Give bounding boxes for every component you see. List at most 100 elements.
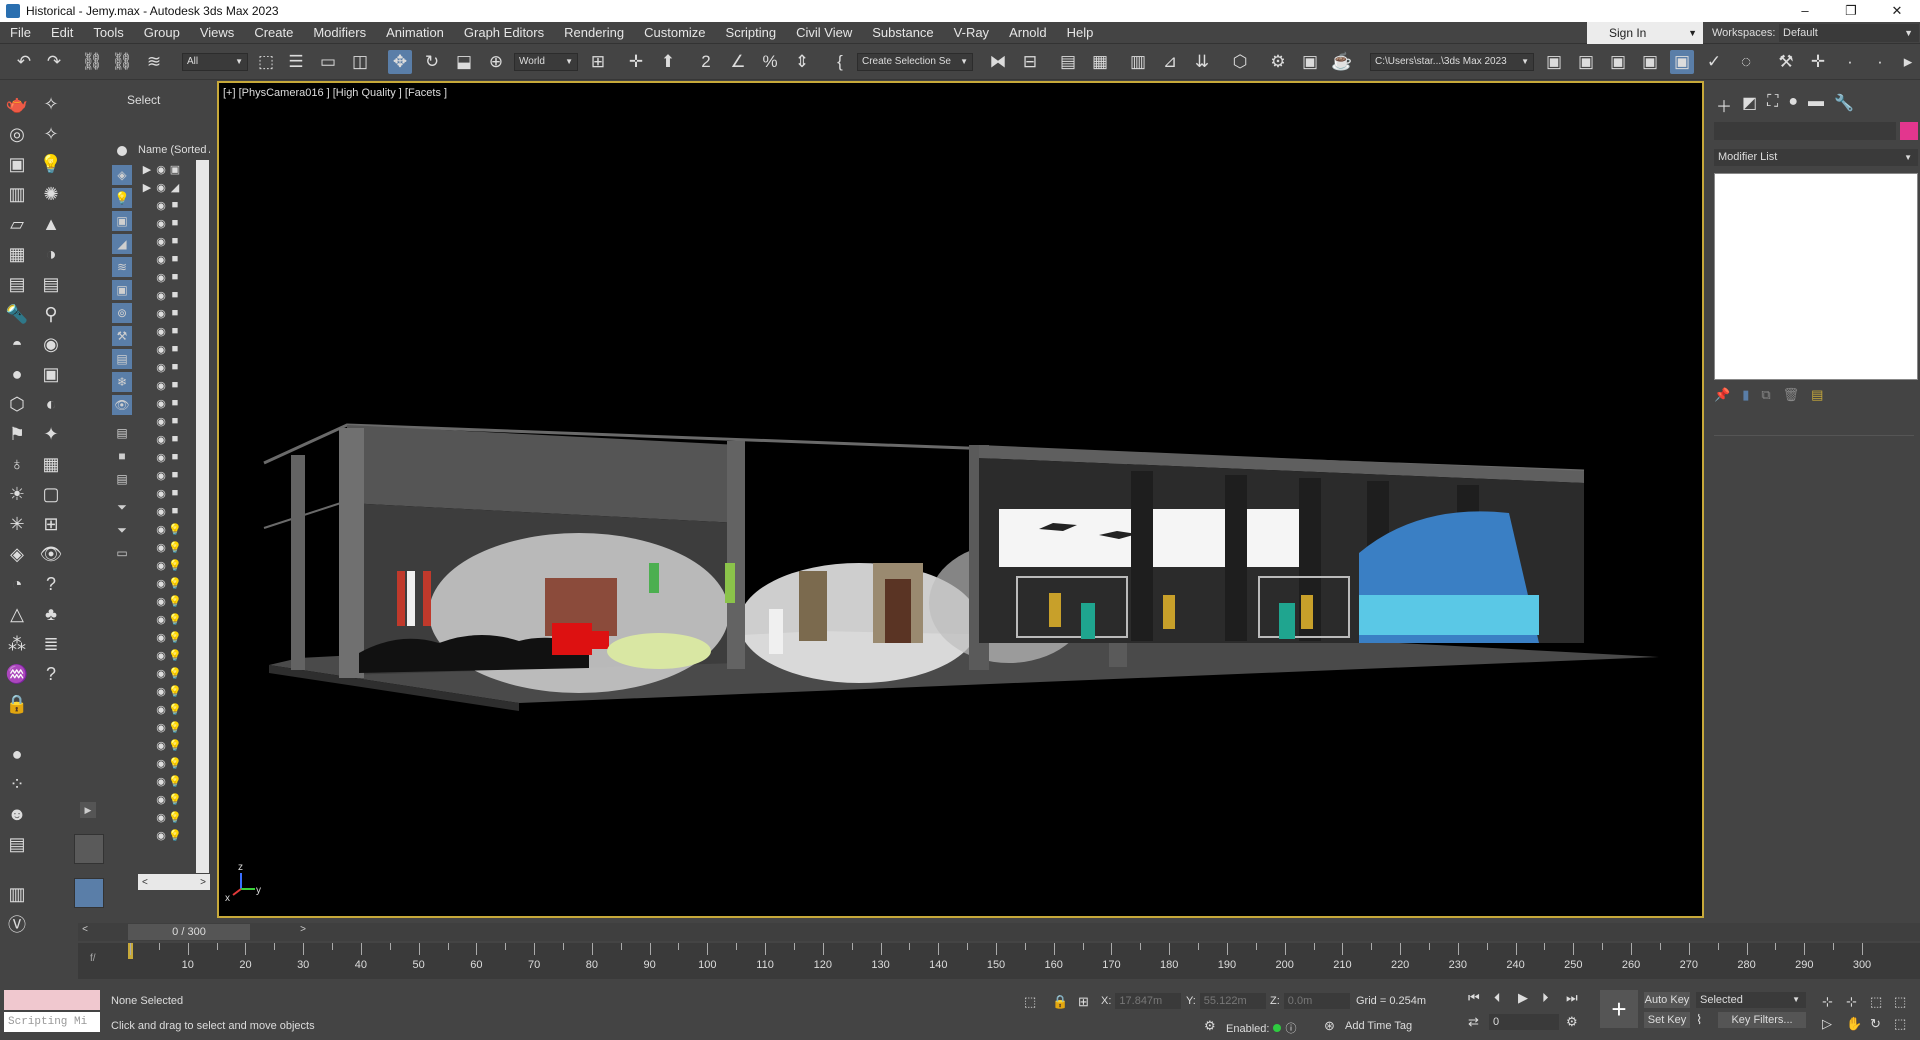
display-cameras-icon[interactable]: ▣ — [112, 211, 132, 231]
visibility-icon[interactable]: ◉ — [154, 181, 168, 194]
visibility-icon[interactable]: ◉ — [154, 397, 168, 410]
explorer-row[interactable]: ◉ ■ — [140, 340, 194, 358]
close-button[interactable]: ✕ — [1874, 0, 1920, 22]
visibility-icon[interactable]: ◉ — [154, 415, 168, 428]
explorer-row[interactable]: ▶ ◉ ◢ — [140, 178, 194, 196]
explorer-row[interactable]: ◉ 💡 — [140, 592, 194, 610]
explorer-row[interactable]: ◉ ■ — [140, 232, 194, 250]
explorer-row[interactable]: ◉ ■ — [140, 214, 194, 232]
visibility-icon[interactable]: ◉ — [154, 613, 168, 626]
proxy-icon[interactable]: ▤ — [4, 271, 30, 297]
list-icon[interactable]: ▤ — [38, 271, 64, 297]
skull-icon[interactable]: ☻ — [4, 801, 30, 827]
explorer-row[interactable]: ◉ 💡 — [140, 736, 194, 754]
cube-icon[interactable]: ◈ — [4, 541, 30, 567]
torus-icon[interactable]: ◎ — [4, 121, 30, 147]
visibility-icon[interactable]: ◉ — [154, 253, 168, 266]
menu-arnold[interactable]: Arnold — [999, 22, 1057, 44]
expand-icon[interactable]: ▶ — [140, 163, 154, 176]
visibility-icon[interactable]: ◉ — [154, 343, 168, 356]
object-name-field[interactable] — [1714, 122, 1896, 140]
visibility-icon[interactable]: ◉ — [154, 793, 168, 806]
time-prev-button[interactable]: < — [78, 924, 92, 940]
spinner-snap-icon[interactable]: ⇕ — [790, 50, 814, 74]
explorer-row[interactable]: ▶ ◉ ▣ — [140, 160, 194, 178]
play-icon[interactable]: ▶ — [1518, 990, 1528, 1006]
arnold-icon[interactable]: ⚒ — [1774, 50, 1798, 74]
info-icon[interactable]: ⓘ — [1285, 1023, 1296, 1035]
toggle-ribbon-icon[interactable]: ▥ — [1126, 50, 1150, 74]
geo-sphere-icon[interactable]: ⬡ — [4, 391, 30, 417]
find-icon[interactable]: ⏷ — [112, 497, 132, 517]
display-helpers-icon[interactable]: ◢ — [112, 234, 132, 254]
selection-filter-dropdown[interactable]: All ▼ — [182, 53, 248, 71]
enabled-indicator-icon[interactable] — [1273, 1024, 1282, 1032]
minimize-button[interactable]: – — [1782, 0, 1828, 22]
lock-icon[interactable]: 🔒 — [4, 691, 30, 717]
frame-icon[interactable]: ▣ — [38, 361, 64, 387]
visibility-icon[interactable]: ◉ — [154, 577, 168, 590]
remove-modifier-icon[interactable]: 🗑 — [1783, 387, 1800, 403]
explorer-row[interactable]: ◉ 💡 — [140, 610, 194, 628]
explorer-row[interactable]: ◉ ■ — [140, 484, 194, 502]
visibility-icon[interactable]: ◉ — [154, 433, 168, 446]
utilities-tab-icon[interactable]: 🔧 — [1834, 93, 1854, 117]
explorer-row[interactable]: ◉ 💡 — [140, 754, 194, 772]
eye-icon[interactable]: 👁 — [38, 541, 64, 567]
current-frame-field[interactable]: 0 — [1489, 1014, 1559, 1030]
mini-curve-editor-icon[interactable]: f/ — [90, 953, 96, 964]
display-spacewarps-icon[interactable]: ≋ — [112, 257, 132, 277]
visibility-icon[interactable]: ◉ — [154, 199, 168, 212]
menu-customize[interactable]: Customize — [634, 22, 715, 44]
set-key-plus-button[interactable]: + — [1600, 990, 1638, 1028]
explorer-row[interactable]: ◉ ■ — [140, 268, 194, 286]
z-value-field[interactable]: 0.0m — [1283, 993, 1350, 1009]
sun-light-icon[interactable]: ☀ — [4, 481, 30, 507]
box-frame-icon[interactable]: ▢ — [38, 481, 64, 507]
visibility-icon[interactable]: ◉ — [154, 361, 168, 374]
layer-icon[interactable]: ▭ — [112, 543, 132, 563]
add-time-tag-button[interactable]: Add Time Tag — [1345, 1020, 1412, 1032]
select-object-icon[interactable]: ⬚ — [254, 50, 278, 74]
percent-snap-icon[interactable]: % — [758, 50, 782, 74]
explorer-row[interactable]: ◉ ■ — [140, 250, 194, 268]
extra-tool-icon[interactable]: · — [1838, 50, 1862, 74]
display-tab-icon[interactable]: ▬ — [1808, 93, 1824, 117]
visibility-icon[interactable]: ◉ — [154, 829, 168, 842]
viewport-layout-tab[interactable] — [74, 834, 104, 864]
explorer-row[interactable]: ◉ 💡 — [140, 700, 194, 718]
maximize-viewport-icon[interactable]: ⬚ — [1894, 1016, 1906, 1032]
explorer-row[interactable]: ◉ 💡 — [140, 556, 194, 574]
display-frozen-icon[interactable]: ❄ — [112, 372, 132, 392]
menu-tools[interactable]: Tools — [83, 22, 133, 44]
explorer-row[interactable]: ◉ ■ — [140, 376, 194, 394]
isolate-selection-icon[interactable]: ⬚ — [1024, 994, 1036, 1010]
explorer-row[interactable]: ◉ ■ — [140, 430, 194, 448]
selection-lock-icon[interactable]: 🔒 — [1052, 994, 1068, 1010]
vray-icon[interactable]: ◌ — [1734, 50, 1758, 74]
menu-modifiers[interactable]: Modifiers — [303, 22, 376, 44]
menu-civil-view[interactable]: Civil View — [786, 22, 862, 44]
explorer-row[interactable]: ◉ 💡 — [140, 808, 194, 826]
ies-icon[interactable]: ♁ — [4, 451, 30, 477]
link-icon[interactable]: ⛓ — [80, 50, 104, 74]
mirror-icon[interactable]: ⧓ — [986, 50, 1010, 74]
explorer-horizontal-scrollbar[interactable]: < > — [138, 874, 210, 890]
field-of-view-icon[interactable]: ▷ — [1822, 1016, 1832, 1032]
layers-icon[interactable]: ≣ — [38, 631, 64, 657]
select-and-rotate-icon[interactable]: ↻ — [420, 50, 444, 74]
menu-edit[interactable]: Edit — [41, 22, 83, 44]
explorer-row[interactable]: ◉ ■ — [140, 196, 194, 214]
rendered-frame-window-icon[interactable]: ▣ — [1298, 50, 1322, 74]
visibility-icon[interactable]: ◉ — [154, 163, 168, 176]
time-tag-icon[interactable]: ⊛ — [1324, 1018, 1335, 1034]
window-crossing-icon[interactable]: ◫ — [348, 50, 372, 74]
visibility-icon[interactable]: ◉ — [154, 469, 168, 482]
go-to-start-icon[interactable]: ⏮ — [1468, 990, 1480, 1006]
bulb-icon[interactable]: ⚲ — [38, 301, 64, 327]
go-to-end-icon[interactable]: ⏭ — [1566, 990, 1578, 1006]
render-icon[interactable]: ▦ — [4, 241, 30, 267]
visibility-icon[interactable]: ◉ — [154, 811, 168, 824]
explorer-row[interactable]: ◉ ■ — [140, 394, 194, 412]
pivot-center-icon[interactable]: ⊞ — [586, 50, 610, 74]
